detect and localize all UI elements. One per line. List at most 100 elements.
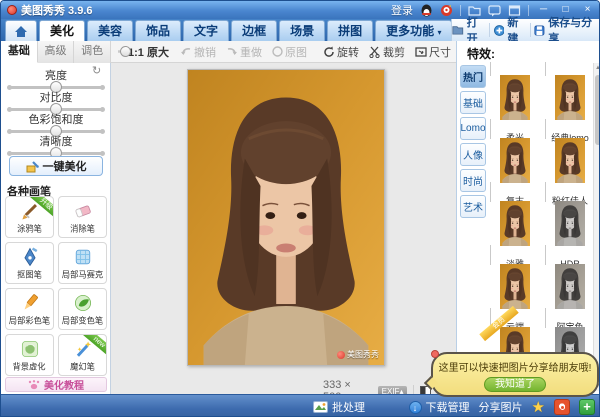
eraser-icon	[72, 200, 94, 222]
login-link[interactable]: 登录	[391, 2, 413, 18]
background-blur-tool[interactable]: 背景虚化	[5, 334, 54, 376]
titlebar-separator	[528, 5, 529, 16]
effects-tab-art[interactable]: 艺术	[460, 195, 486, 218]
effects-thumbnail-grid: 柔光 经典lomo 复古 粉红佳人 淡雅 HDR	[490, 63, 595, 378]
tab-advanced[interactable]: 高级	[38, 41, 75, 63]
status-bar: 批处理 ↓ 下载管理 分享图片 ★ +	[1, 394, 600, 417]
bubble-dot-icon	[431, 350, 439, 358]
local-color-pen-tool[interactable]: 局部彩色笔	[5, 288, 54, 330]
tab-cosmetic[interactable]: 美容	[87, 20, 133, 41]
brush-tool-label: 涂鸦笔	[17, 222, 42, 234]
effects-tab-basic[interactable]: 基础	[460, 91, 486, 114]
mosaic-icon	[72, 246, 94, 268]
zoom-actual-size-button[interactable]: 1:1 原大	[128, 44, 169, 60]
download-label: 下载管理	[426, 399, 470, 415]
effects-title: 特效:	[467, 45, 495, 62]
effect-thumbnail	[545, 125, 595, 196]
tab-frames[interactable]: 边框	[231, 20, 277, 41]
tab-beautify[interactable]: 美化	[39, 20, 85, 41]
tab-collage[interactable]: 拼图	[327, 20, 373, 41]
scroll-up-icon[interactable]: ▲	[594, 63, 600, 73]
effect-thumbnail	[490, 125, 540, 196]
adjust-panel: ↻ 亮度 对比度 色彩饱和度 清晰度 一键美化 各种画笔 升级 涂鸦笔	[1, 63, 111, 394]
effect-retro[interactable]: 复古	[490, 126, 540, 189]
original-image-button[interactable]: 原图	[272, 44, 307, 60]
one-key-beautify-button[interactable]: 一键美化	[9, 156, 103, 176]
effects-panel: 特效: 热门 基础 Lomo 人像 时尚 艺术 柔光 经典lomo 复古	[456, 41, 600, 394]
clarity-slider-group: 清晰度	[9, 133, 103, 155]
save-icon	[534, 24, 545, 37]
effect-elegant[interactable]: 淡雅	[490, 189, 540, 252]
brush-tool-label: 背景虚化	[13, 360, 46, 372]
share-image-button[interactable]: 分享图片	[479, 399, 523, 415]
redo-button[interactable]: 重做	[226, 44, 262, 60]
effect-pink-lady[interactable]: 粉红佳人	[545, 126, 595, 189]
effects-tab-fashion[interactable]: 时尚	[460, 169, 486, 192]
tutorial-label: 美化教程	[44, 377, 84, 392]
tab-basic[interactable]: 基础	[1, 41, 38, 63]
brush-tool-label: 抠图笔	[17, 268, 42, 280]
scissors-icon	[369, 46, 381, 58]
tab-tone[interactable]: 调色	[74, 41, 111, 63]
resize-button[interactable]: 尺寸	[415, 44, 451, 60]
crop-label: 裁剪	[383, 44, 405, 60]
tab-scenes[interactable]: 场景	[279, 20, 325, 41]
crop-button[interactable]: 裁剪	[369, 44, 405, 60]
effects-scrollbar[interactable]: ▲ ▼	[593, 63, 600, 391]
beautify-tutorial-link[interactable]: 美化教程	[5, 377, 107, 392]
tab-more-functions[interactable]: 更多功能 ▾	[375, 20, 452, 41]
cutout-pen-tool[interactable]: 抠图笔	[5, 242, 54, 284]
effect-classic-lomo[interactable]: 经典lomo	[545, 63, 595, 126]
blur-icon	[19, 338, 41, 360]
original-label: 原图	[285, 44, 307, 60]
clarity-slider[interactable]	[9, 152, 103, 155]
local-mosaic-tool[interactable]: 局部马赛克	[58, 242, 107, 284]
undo-label: 撤销	[194, 44, 216, 60]
brush-tool-label: 局部彩色笔	[9, 314, 50, 326]
effect-soft-light[interactable]: 柔光	[490, 63, 540, 126]
effect-abao[interactable]: 阿宝色	[545, 252, 595, 315]
watermark-logo-icon	[337, 351, 345, 359]
resize-icon	[415, 46, 427, 58]
star-icon[interactable]: ★	[532, 398, 545, 416]
magic-pen-tool[interactable]: new 魔幻笔	[58, 334, 107, 376]
redo-label: 重做	[240, 44, 262, 60]
chevron-down-icon: ▾	[437, 28, 441, 37]
effects-tab-portrait[interactable]: 人像	[460, 143, 486, 166]
download-manager-button[interactable]: ↓ 下载管理	[409, 399, 470, 415]
filebar-separator	[489, 23, 490, 37]
doodle-pen-tool[interactable]: 升级 涂鸦笔	[5, 196, 54, 238]
local-recolor-pen-tool[interactable]: 局部变色笔	[58, 288, 107, 330]
tab-accessories[interactable]: 饰品	[135, 20, 181, 41]
effect-hdr[interactable]: HDR	[545, 189, 595, 252]
magic-stamp-icon	[26, 160, 39, 173]
resize-label: 尺寸	[429, 44, 451, 60]
eraser-pen-tool[interactable]: 消除笔	[58, 196, 107, 238]
scrollbar-thumb[interactable]	[595, 75, 600, 145]
qq-icon[interactable]	[420, 4, 433, 17]
photo-canvas-image: 美图秀秀	[187, 69, 385, 366]
weibo-share-icon[interactable]	[554, 399, 570, 415]
undo-icon	[180, 46, 192, 57]
bubble-text: 这里可以快速把图片分享给朋友哦!	[433, 359, 597, 374]
undo-button[interactable]: 撤销	[180, 44, 216, 60]
original-icon	[272, 46, 283, 57]
add-share-icon[interactable]: +	[579, 399, 595, 415]
effect-thumbnail	[490, 188, 540, 259]
zoom-slider[interactable]	[118, 50, 119, 53]
app-window: 美图秀秀 3.9.6 登录 ─ □ × 美化 美容 饰品 文字 边框 场景 拼图…	[0, 0, 600, 417]
batch-process-button[interactable]: 批处理	[313, 399, 365, 415]
effects-tab-lomo[interactable]: Lomo	[460, 117, 486, 140]
app-logo-icon	[7, 5, 17, 15]
canvas-area: 美图秀秀 333 × 500 EXIF▴ 对比	[111, 63, 456, 394]
open-folder-icon	[452, 24, 464, 36]
home-tab[interactable]	[5, 20, 37, 41]
effects-tab-hot[interactable]: 热门	[460, 65, 486, 88]
brush-tool-label: 局部变色笔	[62, 314, 103, 326]
got-it-button[interactable]: 我知道了	[484, 377, 546, 392]
effect-cloud[interactable]: 云端	[490, 252, 540, 315]
rotate-icon	[323, 46, 335, 58]
tab-text[interactable]: 文字	[183, 20, 229, 41]
batch-label: 批处理	[332, 399, 365, 415]
rotate-button[interactable]: 旋转	[323, 44, 359, 60]
